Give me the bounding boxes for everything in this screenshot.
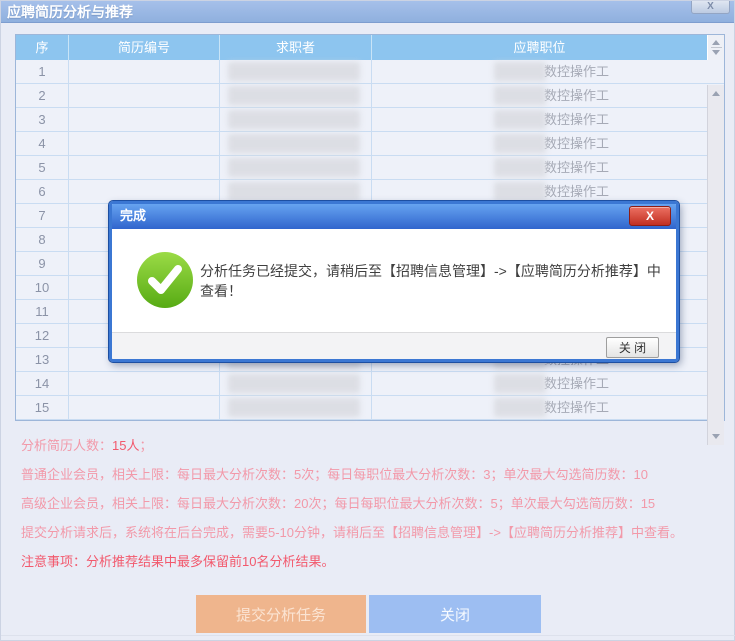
dialog-titlebar: 完成 X [112, 204, 676, 229]
row-index: 9 [16, 252, 69, 275]
note-processing-hint: 提交分析请求后，系统将在后台完成，需要5-10分钟，请稍后至【招聘信息管理】->… [21, 518, 683, 547]
row-resume-id-redacted [69, 372, 220, 395]
dialog-footer: 关 闭 [112, 332, 676, 362]
row-resume-id-redacted [69, 180, 220, 203]
row-position: 数控操作工 [372, 180, 724, 203]
row-index: 3 [16, 108, 69, 131]
bottom-divider [1, 635, 735, 636]
header-scroll-spinner[interactable] [707, 35, 724, 60]
table-row[interactable]: 4 数控操作工 [16, 132, 724, 156]
success-check-icon [137, 252, 193, 308]
row-index: 10 [16, 276, 69, 299]
row-seeker-redacted [220, 84, 372, 107]
row-position: 数控操作工 [372, 396, 724, 419]
row-position: 数控操作工 [372, 84, 724, 107]
submit-analysis-button[interactable]: 提交分析任务 [196, 595, 366, 633]
row-index: 14 [16, 372, 69, 395]
close-panel-button[interactable]: 关闭 [369, 595, 541, 633]
dialog-title: 完成 [120, 208, 146, 223]
action-bar: 提交分析任务 关闭 [196, 595, 541, 633]
note-count-suffix: ； [139, 438, 152, 453]
table-row[interactable]: 2 数控操作工 [16, 84, 724, 108]
row-seeker-redacted [220, 372, 372, 395]
row-resume-id-redacted [69, 108, 220, 131]
row-seeker-redacted [220, 60, 372, 83]
note-warning: 注意事项：分析推荐结果中最多保留前10名分析结果。 [21, 547, 683, 576]
resume-analysis-window: 应聘简历分析与推荐 X 序 简历编号 求职者 应聘职位 1 数控操作工 2 数控操作工… [0, 0, 735, 641]
row-index: 11 [16, 300, 69, 323]
window-titlebar: 应聘简历分析与推荐 [1, 1, 734, 23]
row-seeker-redacted [220, 132, 372, 155]
column-header-seeker: 求职者 [220, 35, 372, 60]
row-index: 8 [16, 228, 69, 251]
note-normal-member-limit: 普通企业会员，相关上限：每日最大分析次数：5次；每日每职位最大分析次数：3；单次… [21, 460, 683, 489]
spinner-divider [711, 47, 722, 48]
row-position: 数控操作工 [372, 60, 724, 83]
column-header-resume-id: 简历编号 [69, 35, 220, 60]
dialog-message: 分析任务已经提交，请稍后至【招聘信息管理】->【应聘简历分析推荐】中查看！ [200, 229, 668, 332]
table-scrollbar[interactable] [707, 85, 724, 445]
row-resume-id-redacted [69, 396, 220, 419]
note-count-label: 分析简历人数： [21, 438, 112, 453]
spinner-down-icon[interactable] [712, 50, 720, 55]
row-index: 2 [16, 84, 69, 107]
row-seeker-redacted [220, 396, 372, 419]
row-position: 数控操作工 [372, 156, 724, 179]
table-row[interactable]: 14 数控操作工 [16, 372, 724, 396]
row-position: 数控操作工 [372, 372, 724, 395]
row-position: 数控操作工 [372, 132, 724, 155]
dialog-close-button[interactable]: 关 闭 [606, 337, 659, 358]
completion-dialog: 完成 X 分析任务已经提交，请稍后至【招聘信息管理】->【应聘简历分析推荐】中查… [109, 201, 679, 362]
row-index: 1 [16, 60, 69, 83]
row-index: 7 [16, 204, 69, 227]
row-index: 4 [16, 132, 69, 155]
window-close-button[interactable]: X [691, 1, 730, 14]
row-index: 5 [16, 156, 69, 179]
spinner-up-icon[interactable] [712, 40, 720, 45]
note-premium-member-limit: 高级企业会员，相关上限：每日最大分析次数：20次；每日每职位最大分析次数：5；单… [21, 489, 683, 518]
row-resume-id-redacted [69, 60, 220, 83]
row-index: 12 [16, 324, 69, 347]
table-header-row: 序 简历编号 求职者 应聘职位 [16, 35, 724, 60]
table-row[interactable]: 15 数控操作工 [16, 396, 724, 420]
scrollbar-down-icon[interactable] [712, 434, 720, 439]
scrollbar-up-icon[interactable] [712, 91, 720, 96]
table-row[interactable]: 3 数控操作工 [16, 108, 724, 132]
row-seeker-redacted [220, 156, 372, 179]
row-index: 13 [16, 348, 69, 371]
row-resume-id-redacted [69, 156, 220, 179]
table-row[interactable]: 5 数控操作工 [16, 156, 724, 180]
note-count-value: 15人 [112, 438, 139, 453]
row-index: 6 [16, 180, 69, 203]
column-header-index: 序 [16, 35, 69, 60]
row-seeker-redacted [220, 108, 372, 131]
table-row[interactable]: 1 数控操作工 [16, 60, 724, 84]
notes-block: 分析简历人数：15人； 普通企业会员，相关上限：每日最大分析次数：5次；每日每职… [21, 431, 683, 576]
row-position: 数控操作工 [372, 108, 724, 131]
row-resume-id-redacted [69, 84, 220, 107]
dialog-body: 分析任务已经提交，请稍后至【招聘信息管理】->【应聘简历分析推荐】中查看！ [112, 229, 676, 332]
window-title: 应聘简历分析与推荐 [7, 4, 133, 20]
dialog-close-x-button[interactable]: X [629, 206, 671, 226]
note-analyzed-count: 分析简历人数：15人； [21, 431, 683, 460]
column-header-position: 应聘职位 [372, 35, 707, 60]
row-index: 15 [16, 396, 69, 419]
row-resume-id-redacted [69, 132, 220, 155]
row-seeker-redacted [220, 180, 372, 203]
